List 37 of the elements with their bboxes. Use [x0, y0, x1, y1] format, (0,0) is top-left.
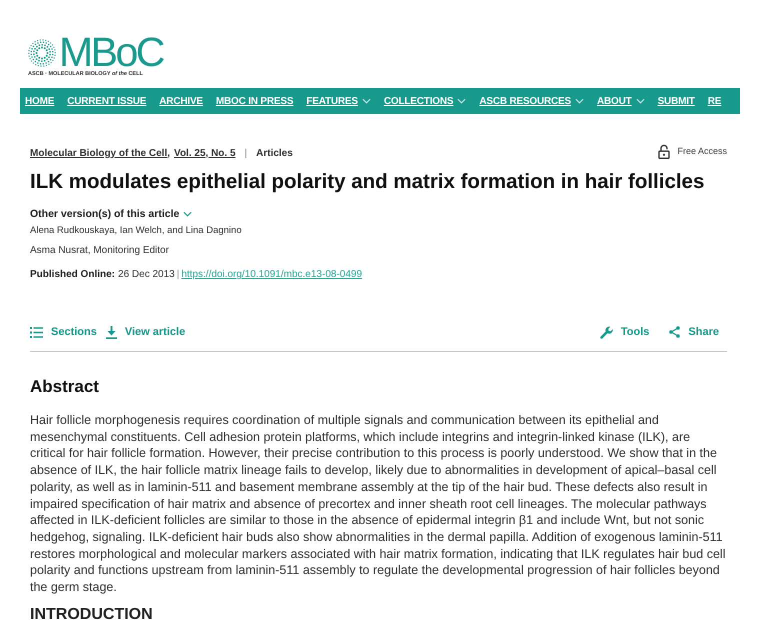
published-date: 26 Dec 2013	[118, 268, 175, 282]
nav-link[interactable]: COLLECTIONS	[384, 94, 466, 108]
nav-link[interactable]: MBOC IN PRESS	[216, 94, 294, 108]
issue-link[interactable]: Vol. 25, No. 5	[174, 146, 236, 160]
nav-link[interactable]: SUBMIT	[658, 94, 695, 108]
editor-credit: Asma Nusrat, Monitoring Editor	[30, 244, 169, 258]
toolbar-link[interactable]: View article	[106, 324, 186, 340]
other-versions-toggle[interactable]: Other version(s) of this article	[30, 207, 192, 221]
published-label: Published Online:	[30, 268, 116, 282]
toolbar-link[interactable]: Sections	[30, 324, 97, 340]
dot-ring-icon	[28, 38, 56, 66]
section-heading: Abstract	[30, 376, 99, 398]
nav-link[interactable]: RE	[708, 94, 722, 108]
share-icon	[669, 326, 680, 338]
breadcrumb-separator: |	[244, 146, 248, 160]
separator: |	[176, 268, 180, 282]
nav-link[interactable]: ARCHIVE	[159, 94, 203, 108]
toolbar-link[interactable]: Share	[669, 324, 719, 340]
abstract-text: Hair follicle morphogenesis requires coordination of multiple signals and communication between its epithelial and mesenchymal constituents. Cell adhesion protein platforms, which include integrins and integrin-linked kinase (ILK), are critical for hair follicle formation. However, their precise contribution to this process is poorly understood. We show that in the absence of ILK, the hair follicle matrix lineage fails to develop, likely due to abnormalities in development of apical–basal cell polarity, as well as in laminin-511 and basement membrane assembly at the tip of the hair bud. These defects also result in impaired specification of hair matrix and absence of precortex and inner sheath root cell lineages. The molecular pathways affected in ILK-deficient follicles are similar to those in the absence of epidermal integrin β1 and include Wnt, but not sonic hedgehog, signaling. ILK-deficient hair buds also show abnormalities in the dermal papilla. Addition of exogenous laminin-511 restores morphological and molecular markers associated with hair matrix formation, indicating that ILK regulates hair bud cell polarity and functions upstream from laminin-511 assembly to regulate the developmental progression of hair follicles beyond the germ stage.	[30, 412, 726, 596]
journal-link[interactable]: Molecular Biology of the Cell,	[30, 146, 170, 160]
padlock-icon	[658, 144, 670, 159]
nav-link[interactable]: ABOUT	[597, 94, 645, 108]
nav-link[interactable]: FEATURES	[306, 94, 371, 108]
access-label: Free Access	[677, 144, 727, 158]
doi-link[interactable]: https://doi.org/10.1091/mbc.e13-08-0499	[181, 268, 362, 282]
toolbar-link[interactable]: Tools	[600, 324, 650, 340]
section-heading: INTRODUCTION	[30, 604, 153, 625]
article-title: ILK modulates epithelial polarity and matrix formation in hair follicles	[30, 170, 706, 194]
nav-link[interactable]: HOME	[25, 94, 54, 108]
wrench-icon	[600, 326, 613, 338]
list-icon	[30, 326, 43, 338]
logo-wordmark: MBoC	[59, 36, 163, 69]
author-list: Alena Rudkouskaya, Ian Welch, and Lina Dagnino	[30, 224, 242, 238]
download-icon	[106, 326, 117, 338]
nav-link[interactable]: ASCB RESOURCES	[479, 94, 584, 108]
section-link[interactable]: Articles	[256, 146, 293, 160]
nav-link[interactable]: CURRENT ISSUE	[67, 94, 146, 108]
